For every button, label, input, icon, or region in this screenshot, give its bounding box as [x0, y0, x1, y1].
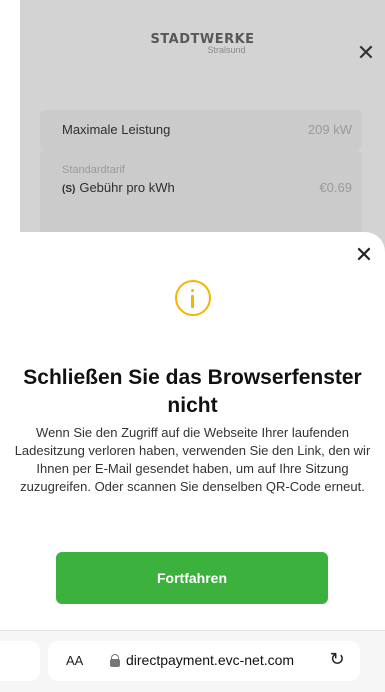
lock-icon [110, 654, 120, 667]
max-power-label: Maximale Leistung [62, 122, 171, 137]
tariff-group: Standardtarif [62, 164, 125, 176]
close-icon[interactable]: ✕ [353, 244, 375, 266]
text-size-label: AA [66, 653, 84, 668]
background-header: STADTWERKE Stralsund ✕ [20, 8, 385, 78]
url-text: directpayment.evc-net.com [126, 652, 295, 668]
modal-body: Wenn Sie den Zugriff auf die Webseite Ih… [14, 425, 371, 494]
previous-tab-handle[interactable] [0, 641, 40, 681]
continue-button[interactable]: Fortfahren [56, 552, 328, 604]
browser-toolbar: AA directpayment.evc-net.com ↻ [0, 630, 385, 692]
text-size-button[interactable]: AA [66, 653, 83, 668]
address-bar[interactable]: AA directpayment.evc-net.com ↻ [48, 641, 360, 681]
tariff-label-text: Gebühr pro kWh [79, 180, 175, 195]
tariff-card: Standardtarif (S) Gebühr pro kWh €0.69 [40, 150, 362, 240]
info-icon [175, 280, 211, 316]
tariff-value: €0.69 [319, 180, 352, 195]
reload-icon[interactable]: ↻ [326, 649, 348, 671]
modal-title: Schließen Sie das Browserfenster nicht [23, 366, 362, 417]
max-power-card: Maximale Leistung 209 kW [40, 110, 362, 150]
tariff-label: (S) Gebühr pro kWh [62, 180, 175, 195]
brand-logo: STADTWERKE Stralsund [20, 32, 385, 55]
brand-sub: Stralsund [207, 45, 246, 55]
max-power-value: 209 kW [307, 122, 352, 137]
price-icon: (S) [62, 184, 76, 195]
phone-screen: STADTWERKE Stralsund ✕ Maximale Leistung… [0, 0, 385, 692]
modal-sheet: ✕ Schließen Sie das Browserfenster nicht… [0, 232, 385, 630]
background-close-icon[interactable]: ✕ [355, 42, 377, 64]
